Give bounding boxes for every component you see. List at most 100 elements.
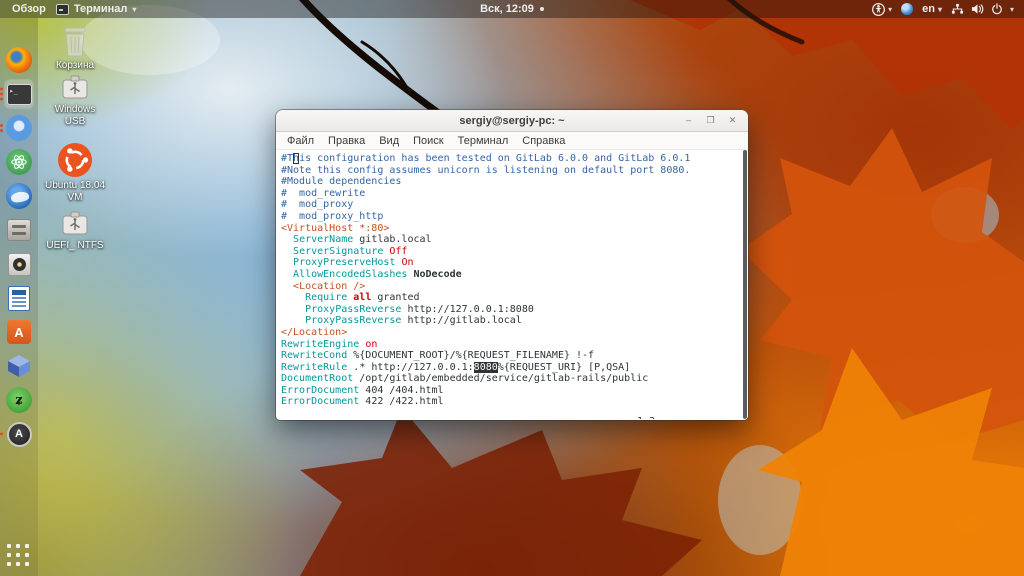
clock[interactable]: Вск, 12:09 — [480, 3, 534, 15]
accessibility-menu[interactable]: ▾ — [872, 3, 892, 16]
running-indicator — [0, 88, 3, 101]
trash-icon — [44, 26, 106, 58]
terminal-icon: ▸_ — [7, 84, 32, 105]
terminal-line: AllowEncodedSlashes NoDecode — [281, 269, 748, 281]
terminal-line: Require all granted — [281, 292, 748, 304]
vim-statusline: 1,3 Наверху — [281, 404, 740, 416]
ubuntu-logo-icon — [44, 142, 106, 178]
green-app-icon: ʑ — [6, 387, 32, 413]
terminal-line: </Location> — [281, 327, 748, 339]
terminal-window: sergiy@sergiy-pc: ~ – ❐ ✕ Файл Правка Ви… — [276, 110, 748, 420]
running-indicator — [0, 124, 3, 132]
usb-drive-icon — [44, 74, 106, 102]
menu-view[interactable]: Вид — [372, 135, 406, 147]
terminal-scrollbar[interactable] — [743, 150, 747, 419]
terminal-line: #This configuration has been tested on G… — [281, 153, 748, 165]
network-icon — [951, 3, 964, 15]
dock-item-speaker[interactable] — [5, 250, 33, 278]
menu-file[interactable]: Файл — [280, 135, 321, 147]
dock-item-terminal[interactable]: ▸_ — [5, 80, 33, 108]
virtualbox-icon — [6, 353, 32, 379]
app-menu-terminal[interactable]: Терминал ▾ — [56, 3, 137, 15]
backup-tool-icon: A — [7, 422, 32, 447]
chevron-down-icon: ▾ — [1010, 5, 1014, 14]
terminal-line: ErrorDocument 404 /404.html — [281, 385, 748, 397]
terminal-mini-icon — [56, 4, 69, 15]
gnome-top-bar: Обзор Терминал ▾ Вск, 12:09 ▾ en — [0, 0, 1024, 18]
volume-icon — [971, 3, 984, 15]
dock-item-green-app[interactable]: ʑ — [5, 386, 33, 414]
power-icon — [991, 3, 1003, 15]
menu-help[interactable]: Справка — [515, 135, 572, 147]
dock-item-file-cabinet[interactable] — [5, 216, 33, 244]
terminal-line: ServerSignature Off — [281, 246, 748, 258]
chromium-icon — [6, 115, 32, 141]
desktop-icon-label: UEFI_ NTFS — [44, 240, 106, 252]
terminal-content[interactable]: #This configuration has been tested on G… — [276, 150, 748, 419]
thunderbird-icon — [6, 183, 32, 209]
terminal-line: #Note this config assumes unicorn is lis… — [281, 165, 748, 177]
terminal-line: # mod_rewrite — [281, 188, 748, 200]
app-menu-label: Терминал — [74, 3, 128, 15]
dock-item-backup-tool[interactable]: A — [5, 420, 33, 448]
terminal-line: RewriteRule .* http://127.0.0.1:8080%{RE… — [281, 362, 748, 374]
speaker-icon — [8, 253, 31, 276]
terminal-line: <Location /> — [281, 281, 748, 293]
desktop-icon-trash[interactable]: Корзина — [44, 26, 106, 72]
running-indicator — [0, 433, 3, 436]
close-button[interactable]: ✕ — [726, 114, 739, 127]
window-title: sergiy@sergiy-pc: ~ — [276, 115, 748, 127]
desktop: Обзор Терминал ▾ Вск, 12:09 ▾ en — [0, 0, 1024, 576]
maximize-button[interactable]: ❐ — [704, 114, 717, 127]
dock-item-libreoffice-writer[interactable] — [5, 284, 33, 312]
system-menu[interactable]: ▾ — [951, 3, 1014, 15]
terminal-line: DocumentRoot /opt/gitlab/embedded/servic… — [281, 373, 748, 385]
dock-item-ubuntu-software[interactable]: A — [5, 318, 33, 346]
window-menubar: Файл Правка Вид Поиск Терминал Справка — [276, 132, 748, 150]
terminal-line: # mod_proxy_http — [281, 211, 748, 223]
desktop-icon-label: Корзина — [44, 60, 106, 72]
desktop-icon-label: Ubuntu 18.04 VM — [44, 180, 106, 204]
language-menu[interactable]: en ▾ — [922, 3, 942, 15]
terminal-line: #Module dependencies — [281, 176, 748, 188]
menu-search[interactable]: Поиск — [406, 135, 450, 147]
desktop-icon-uefi-ntfs[interactable]: UEFI_ NTFS — [44, 210, 106, 252]
chevron-down-icon: ▾ — [938, 5, 942, 14]
notification-dot — [540, 7, 544, 11]
show-applications-button[interactable] — [7, 544, 31, 568]
terminal-line: RewriteCond %{DOCUMENT_ROOT}/%{REQUEST_F… — [281, 350, 748, 362]
dock-item-virtualbox[interactable] — [5, 352, 33, 380]
dock-item-firefox[interactable] — [5, 46, 33, 74]
accessibility-icon — [872, 3, 885, 16]
dock-item-chromium[interactable] — [5, 114, 33, 142]
desktop-icon-windows-usb[interactable]: Windows USB — [44, 74, 106, 128]
firefox-icon — [6, 47, 32, 73]
menu-terminal[interactable]: Терминал — [451, 135, 516, 147]
window-titlebar[interactable]: sergiy@sergiy-pc: ~ – ❐ ✕ — [276, 110, 748, 132]
chevron-down-icon: ▾ — [132, 5, 136, 14]
usb-drive-icon — [44, 210, 106, 238]
terminal-line: ProxyPassReverse http://127.0.0.1:8080 — [281, 304, 748, 316]
terminal-line: ProxyPassReverse http://gitlab.local — [281, 315, 748, 327]
terminal-line: # mod_proxy — [281, 199, 748, 211]
vim-buffer: #This configuration has been tested on G… — [281, 153, 748, 408]
atom-icon — [6, 149, 32, 175]
file-cabinet-icon — [7, 219, 31, 241]
terminal-line: ServerName gitlab.local — [281, 234, 748, 246]
minimize-button[interactable]: – — [682, 114, 695, 127]
language-label: en — [922, 3, 935, 15]
dock: ▸_ A ʑ A — [0, 18, 38, 576]
menu-edit[interactable]: Правка — [321, 135, 372, 147]
terminal-line: RewriteEngine on — [281, 339, 748, 351]
desktop-icon-ubuntu-vm[interactable]: Ubuntu 18.04 VM — [44, 142, 106, 204]
blue-app-indicator-icon[interactable] — [901, 3, 913, 15]
terminal-line: <VirtualHost *:80> — [281, 223, 748, 235]
dock-item-thunderbird[interactable] — [5, 182, 33, 210]
chevron-down-icon: ▾ — [888, 5, 892, 14]
vim-ruler: 1,3 — [637, 416, 655, 419]
writer-icon — [8, 286, 30, 311]
activities-button[interactable]: Обзор — [12, 3, 46, 15]
terminal-line: ProxyPreserveHost On — [281, 257, 748, 269]
desktop-icon-label: Windows USB — [44, 104, 106, 128]
dock-item-atom[interactable] — [5, 148, 33, 176]
